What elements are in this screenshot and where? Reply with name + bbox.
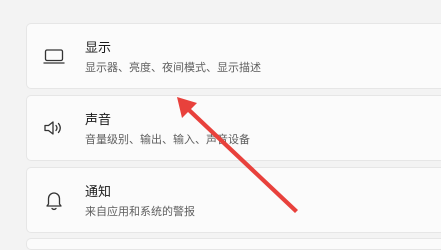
bell-icon [42, 188, 66, 212]
settings-item-description: 音量级别、输出、输入、声音设备 [85, 133, 250, 146]
settings-list: 显示 显示器、亮度、夜间模式、显示描述 声音 音量级别、输出、输入、声音设备 通… [26, 0, 441, 250]
speaker-icon [42, 116, 66, 140]
settings-item-next[interactable] [26, 238, 441, 250]
settings-item-notifications[interactable]: 通知 来自应用和系统的警报 [26, 167, 441, 233]
settings-item-title: 通知 [85, 185, 112, 200]
settings-item-description: 来自应用和系统的警报 [85, 205, 195, 218]
settings-item-description: 显示器、亮度、夜间模式、显示描述 [85, 61, 261, 74]
settings-item-display[interactable]: 显示 显示器、亮度、夜间模式、显示描述 [26, 23, 441, 89]
settings-item-title: 显示 [85, 41, 112, 56]
settings-item-title: 声音 [85, 113, 112, 128]
settings-item-sound[interactable]: 声音 音量级别、输出、输入、声音设备 [26, 95, 441, 161]
monitor-icon [42, 44, 66, 68]
